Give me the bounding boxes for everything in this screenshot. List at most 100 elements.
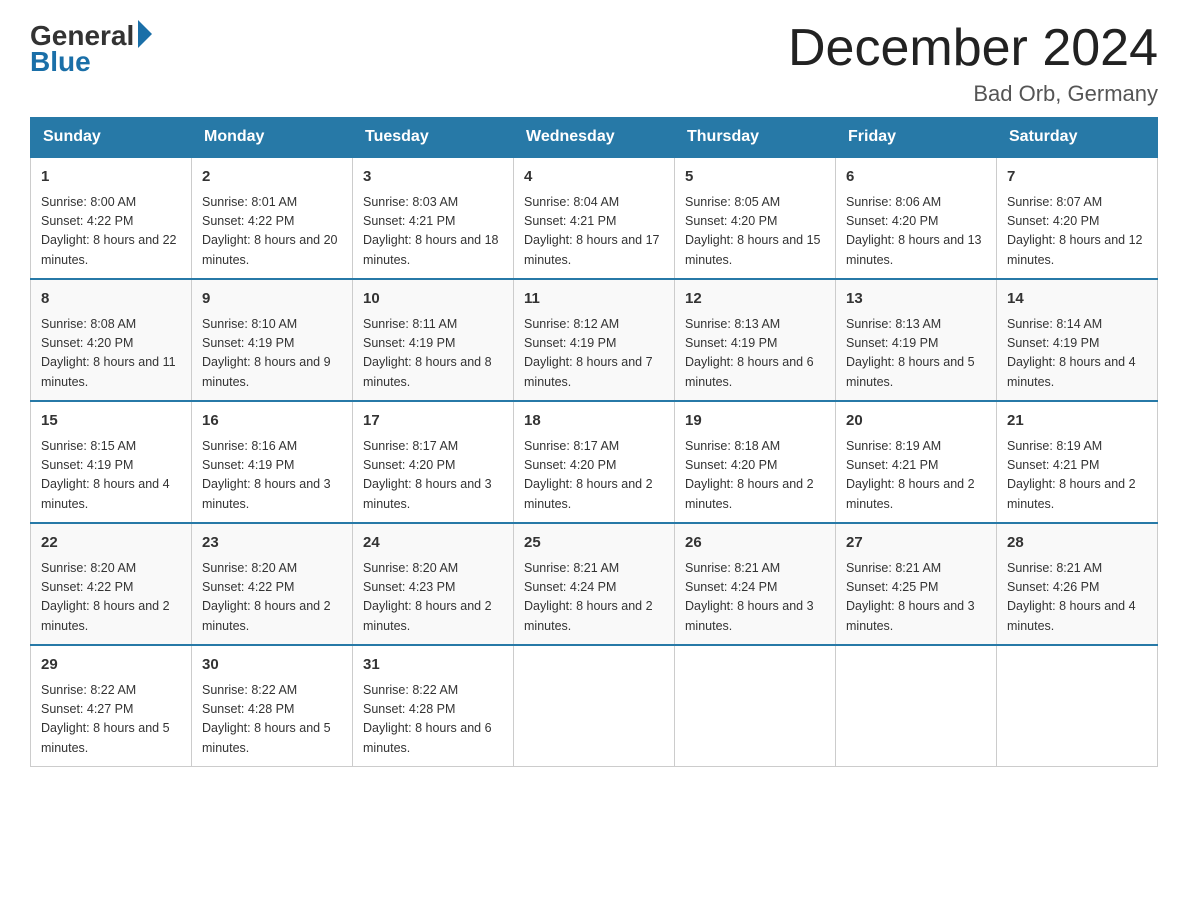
header-monday: Monday <box>192 118 353 158</box>
day-info: Sunrise: 8:07 AMSunset: 4:20 PMDaylight:… <box>1007 193 1147 271</box>
location: Bad Orb, Germany <box>788 81 1158 107</box>
day-number: 31 <box>363 654 503 677</box>
table-row: 20Sunrise: 8:19 AMSunset: 4:21 PMDayligh… <box>836 401 997 523</box>
table-row: 26 Sunrise: 8:21 AMSunset: 4:24 PMDayligh… <box>675 523 836 645</box>
table-row: 21 Sunrise: 8:19 AMSunset: 4:21 PMDayligh… <box>997 401 1158 523</box>
day-number: 16 <box>202 410 342 433</box>
day-number: 7 <box>1007 166 1147 189</box>
title-section: December 2024 Bad Orb, Germany <box>788 20 1158 107</box>
table-row <box>997 645 1158 767</box>
day-number: 17 <box>363 410 503 433</box>
table-row: 19 Sunrise: 8:18 AMSunset: 4:20 PMDayligh… <box>675 401 836 523</box>
table-row: 12 Sunrise: 8:13 AMSunset: 4:19 PMDayligh… <box>675 279 836 401</box>
day-number: 23 <box>202 532 342 555</box>
day-info: Sunrise: 8:21 AMSunset: 4:24 PMDaylight:… <box>524 559 664 637</box>
table-row <box>836 645 997 767</box>
day-info: Sunrise: 8:13 AMSunset: 4:19 PMDaylight:… <box>685 315 825 393</box>
day-number: 9 <box>202 288 342 311</box>
page-header: General Blue December 2024 Bad Orb, Germ… <box>30 20 1158 107</box>
month-title: December 2024 <box>788 20 1158 77</box>
weekday-header-row: Sunday Monday Tuesday Wednesday Thursday… <box>31 118 1158 158</box>
day-number: 21 <box>1007 410 1147 433</box>
day-info: Sunrise: 8:18 AMSunset: 4:20 PMDaylight:… <box>685 437 825 515</box>
day-info: Sunrise: 8:20 AMSunset: 4:23 PMDaylight:… <box>363 559 503 637</box>
day-number: 26 <box>685 532 825 555</box>
table-row: 27Sunrise: 8:21 AMSunset: 4:25 PMDayligh… <box>836 523 997 645</box>
day-info: Sunrise: 8:12 AMSunset: 4:19 PMDaylight:… <box>524 315 664 393</box>
day-number: 18 <box>524 410 664 433</box>
day-number: 19 <box>685 410 825 433</box>
day-number: 24 <box>363 532 503 555</box>
day-info: Sunrise: 8:16 AMSunset: 4:19 PMDaylight:… <box>202 437 342 515</box>
table-row: 10 Sunrise: 8:11 AMSunset: 4:19 PMDayligh… <box>353 279 514 401</box>
header-tuesday: Tuesday <box>353 118 514 158</box>
day-info: Sunrise: 8:20 AMSunset: 4:22 PMDaylight:… <box>41 559 181 637</box>
table-row: 17 Sunrise: 8:17 AMSunset: 4:20 PMDayligh… <box>353 401 514 523</box>
header-sunday: Sunday <box>31 118 192 158</box>
day-info: Sunrise: 8:17 AMSunset: 4:20 PMDaylight:… <box>363 437 503 515</box>
logo: General Blue <box>30 20 152 78</box>
day-info: Sunrise: 8:06 AMSunset: 4:20 PMDaylight:… <box>846 193 986 271</box>
day-number: 14 <box>1007 288 1147 311</box>
table-row: 23 Sunrise: 8:20 AMSunset: 4:22 PMDayligh… <box>192 523 353 645</box>
table-row: 25 Sunrise: 8:21 AMSunset: 4:24 PMDayligh… <box>514 523 675 645</box>
day-info: Sunrise: 8:04 AMSunset: 4:21 PMDaylight:… <box>524 193 664 271</box>
day-info: Sunrise: 8:17 AMSunset: 4:20 PMDaylight:… <box>524 437 664 515</box>
day-info: Sunrise: 8:08 AMSunset: 4:20 PMDaylight:… <box>41 315 181 393</box>
table-row: 24 Sunrise: 8:20 AMSunset: 4:23 PMDayligh… <box>353 523 514 645</box>
day-info: Sunrise: 8:22 AMSunset: 4:28 PMDaylight:… <box>202 681 342 759</box>
table-row: 7 Sunrise: 8:07 AMSunset: 4:20 PMDaylight… <box>997 157 1158 279</box>
table-row: 1 Sunrise: 8:00 AMSunset: 4:22 PMDaylight… <box>31 157 192 279</box>
day-info: Sunrise: 8:20 AMSunset: 4:22 PMDaylight:… <box>202 559 342 637</box>
week-row-5: 29Sunrise: 8:22 AMSunset: 4:27 PMDayligh… <box>31 645 1158 767</box>
table-row <box>514 645 675 767</box>
table-row: 11 Sunrise: 8:12 AMSunset: 4:19 PMDayligh… <box>514 279 675 401</box>
table-row: 9Sunrise: 8:10 AMSunset: 4:19 PMDaylight… <box>192 279 353 401</box>
day-number: 1 <box>41 166 181 189</box>
day-info: Sunrise: 8:05 AMSunset: 4:20 PMDaylight:… <box>685 193 825 271</box>
table-row: 30Sunrise: 8:22 AMSunset: 4:28 PMDayligh… <box>192 645 353 767</box>
day-info: Sunrise: 8:22 AMSunset: 4:28 PMDaylight:… <box>363 681 503 759</box>
day-info: Sunrise: 8:21 AMSunset: 4:25 PMDaylight:… <box>846 559 986 637</box>
table-row: 28Sunrise: 8:21 AMSunset: 4:26 PMDayligh… <box>997 523 1158 645</box>
day-number: 3 <box>363 166 503 189</box>
table-row: 8Sunrise: 8:08 AMSunset: 4:20 PMDaylight… <box>31 279 192 401</box>
day-number: 28 <box>1007 532 1147 555</box>
day-info: Sunrise: 8:13 AMSunset: 4:19 PMDaylight:… <box>846 315 986 393</box>
header-thursday: Thursday <box>675 118 836 158</box>
table-row: 15 Sunrise: 8:15 AMSunset: 4:19 PMDayligh… <box>31 401 192 523</box>
table-row <box>675 645 836 767</box>
table-row: 4 Sunrise: 8:04 AMSunset: 4:21 PMDaylight… <box>514 157 675 279</box>
table-row: 22 Sunrise: 8:20 AMSunset: 4:22 PMDayligh… <box>31 523 192 645</box>
week-row-3: 15 Sunrise: 8:15 AMSunset: 4:19 PMDayligh… <box>31 401 1158 523</box>
calendar-table: Sunday Monday Tuesday Wednesday Thursday… <box>30 117 1158 767</box>
header-saturday: Saturday <box>997 118 1158 158</box>
day-info: Sunrise: 8:00 AMSunset: 4:22 PMDaylight:… <box>41 193 181 271</box>
day-info: Sunrise: 8:11 AMSunset: 4:19 PMDaylight:… <box>363 315 503 393</box>
table-row: 3Sunrise: 8:03 AMSunset: 4:21 PMDaylight… <box>353 157 514 279</box>
day-info: Sunrise: 8:22 AMSunset: 4:27 PMDaylight:… <box>41 681 181 759</box>
day-number: 22 <box>41 532 181 555</box>
day-number: 10 <box>363 288 503 311</box>
day-info: Sunrise: 8:15 AMSunset: 4:19 PMDaylight:… <box>41 437 181 515</box>
day-number: 20 <box>846 410 986 433</box>
day-info: Sunrise: 8:21 AMSunset: 4:24 PMDaylight:… <box>685 559 825 637</box>
table-row: 6 Sunrise: 8:06 AMSunset: 4:20 PMDaylight… <box>836 157 997 279</box>
table-row: 31 Sunrise: 8:22 AMSunset: 4:28 PMDayligh… <box>353 645 514 767</box>
day-number: 12 <box>685 288 825 311</box>
day-number: 11 <box>524 288 664 311</box>
table-row: 18 Sunrise: 8:17 AMSunset: 4:20 PMDayligh… <box>514 401 675 523</box>
day-info: Sunrise: 8:19 AMSunset: 4:21 PMDaylight:… <box>1007 437 1147 515</box>
day-info: Sunrise: 8:01 AMSunset: 4:22 PMDaylight:… <box>202 193 342 271</box>
week-row-4: 22 Sunrise: 8:20 AMSunset: 4:22 PMDayligh… <box>31 523 1158 645</box>
day-number: 4 <box>524 166 664 189</box>
week-row-1: 1 Sunrise: 8:00 AMSunset: 4:22 PMDaylight… <box>31 157 1158 279</box>
day-number: 25 <box>524 532 664 555</box>
day-number: 15 <box>41 410 181 433</box>
day-number: 6 <box>846 166 986 189</box>
table-row: 13Sunrise: 8:13 AMSunset: 4:19 PMDayligh… <box>836 279 997 401</box>
table-row: 2 Sunrise: 8:01 AMSunset: 4:22 PMDaylight… <box>192 157 353 279</box>
table-row: 5Sunrise: 8:05 AMSunset: 4:20 PMDaylight… <box>675 157 836 279</box>
table-row: 29Sunrise: 8:22 AMSunset: 4:27 PMDayligh… <box>31 645 192 767</box>
day-number: 2 <box>202 166 342 189</box>
